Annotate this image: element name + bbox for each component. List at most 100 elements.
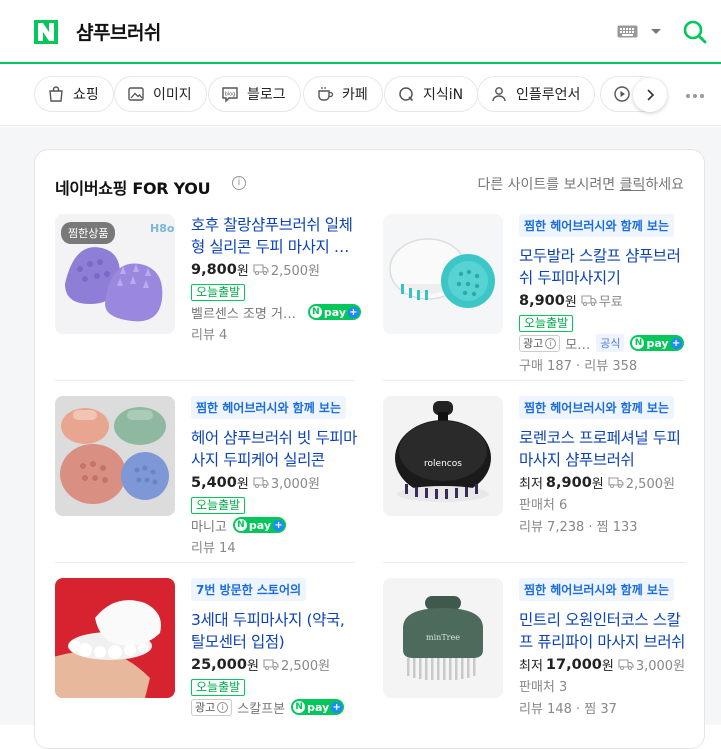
seller-name[interactable]: 마니고 [191, 516, 227, 535]
thumb-brand-text: minTree [426, 633, 460, 642]
divider [55, 562, 355, 563]
shipping-fee: 2,500원 [253, 260, 320, 279]
image-icon [128, 87, 144, 101]
product-tagline: 찜한 헤어브러시와 함께 보는 [519, 396, 675, 419]
truck-icon [618, 659, 634, 670]
price-row: 최저 8,900 원 2,500원 [519, 473, 675, 493]
shipping-fee: 2,500원 [263, 655, 330, 674]
search-tabs: 쇼핑 이미지 blog 블로그 카페 지식iN 인플루언서 [0, 66, 721, 126]
today-ship-badge: 오늘출발 [191, 284, 246, 301]
play-icon [614, 86, 630, 102]
tab-cafe[interactable]: 카페 [303, 76, 383, 112]
product-image[interactable] [55, 396, 175, 516]
npay-badge: Npay + [307, 304, 361, 320]
product-image[interactable] [383, 214, 503, 334]
today-ship-badge: 오늘출발 [191, 679, 246, 696]
seller-row: 광고 i 스칼프본 Npay + [191, 697, 361, 717]
search-query-input[interactable]: 샴푸브러쉬 [76, 18, 161, 45]
shipping-fee: 2,500원 [608, 473, 675, 492]
search-header: 샴푸브러쉬 [0, 0, 721, 64]
review-zzim-count: 리뷰 7,238 · 찜 133 [519, 520, 638, 535]
product-price: 5,400 [191, 474, 237, 491]
divider [55, 380, 355, 381]
price-row: 25,000 원 2,500원 [191, 655, 331, 675]
kin-icon [399, 87, 414, 102]
npay-badge: Npay + [232, 517, 287, 533]
product-title[interactable]: 3세대 두피마사지 (약국, 탈모센터 입점) [191, 609, 361, 653]
divider [383, 562, 686, 563]
product-card[interactable]: 찜한 헤어브러시와 함께 보는 모두발라 스칼프 샴푸브러쉬 두피마사지기 8,… [383, 214, 688, 379]
shopping-for-you-card: 네이버쇼핑 FOR YOU i 다른 사이트를 보시려면 클릭하세요 H8o 찜… [34, 149, 705, 749]
product-image[interactable]: rolencos [383, 396, 503, 516]
tab-images[interactable]: 이미지 [114, 76, 207, 112]
tab-label: 쇼핑 [73, 87, 99, 103]
seller-count[interactable]: 판매처 6 [519, 494, 689, 514]
naver-logo-icon[interactable] [34, 20, 58, 44]
ad-badge[interactable]: 광고 i [191, 698, 233, 716]
blog-icon: blog [222, 87, 238, 103]
tab-shopping[interactable]: 쇼핑 [34, 76, 114, 112]
product-price: 8,900 [545, 474, 592, 491]
tab-blog[interactable]: blog 블로그 [208, 76, 301, 112]
product-image[interactable]: H8o 찜한상품 [55, 214, 175, 334]
seller-count[interactable]: 판매처 3 [519, 676, 689, 696]
click-link[interactable]: 클릭 [620, 177, 646, 193]
tab-label: 이미지 [153, 87, 192, 103]
seller-name[interactable]: 모… [565, 334, 590, 353]
review-count: 리뷰 4 [191, 328, 228, 343]
seller-name[interactable]: 스칼프본 [237, 698, 285, 717]
tab-label: 인플루언서 [516, 87, 581, 103]
product-price: 9,800 [191, 261, 237, 278]
keyboard-icon[interactable] [617, 25, 638, 38]
product-tagline: 찜한 헤어브러시와 함께 보는 [519, 578, 675, 601]
product-price: 25,000 [191, 656, 247, 673]
product-card[interactable]: 찜한 헤어브러시와 함께 보는 헤어 샴푸브러쉬 빗 두피마사지 두피케어 실리… [55, 396, 360, 561]
price-row: 8,900 원 무료 [519, 292, 623, 311]
npay-badge: Npay + [291, 699, 345, 715]
chevron-down-icon[interactable] [651, 29, 661, 34]
info-icon[interactable]: i [232, 176, 246, 190]
tabs-next-button[interactable] [633, 78, 667, 112]
ad-badge[interactable]: 광고 i [519, 334, 561, 352]
seller-name[interactable]: 벨르센스 조명 거실등 [191, 303, 302, 322]
review-count: 리뷰 14 [191, 541, 236, 556]
seller-row: 벨르센스 조명 거실등 Npay + [191, 302, 361, 322]
today-ship-badge: 오늘출발 [519, 315, 574, 332]
today-ship-badge: 오늘출발 [191, 497, 246, 514]
shipping-fee: 3,000원 [618, 655, 685, 674]
product-title[interactable]: 헤어 샴푸브러쉬 빗 두피마사지 두피케어 실리콘 [191, 427, 361, 471]
product-card[interactable]: minTree 찜한 헤어브러시와 함께 보는 민트리 오원인터코스 스칼프 퓨… [383, 578, 688, 743]
product-price: 8,900 [519, 292, 565, 309]
truck-icon [263, 659, 279, 670]
purchase-review-count: 구매 187 · 리뷰 358 [519, 359, 638, 374]
truck-icon [253, 477, 269, 488]
product-card[interactable]: H8o 찜한상품 호후 찰랑샴푸브러쉬 일체형 실리콘 두피 마사지 샴푸브러쉬… [55, 214, 361, 379]
npay-badge: Npay + [630, 335, 684, 351]
product-title[interactable]: 민트리 오원인터코스 스칼프 퓨리파이 마사지 브러쉬 [519, 609, 689, 653]
price-row: 5,400 원 3,000원 [191, 474, 321, 493]
product-price: 17,000 [545, 656, 602, 673]
official-badge: 공식 [596, 334, 625, 352]
product-card[interactable]: rolencos 찜한 헤어브러시와 함께 보는 로렌코스 프로페셔널 두피 마… [383, 396, 688, 561]
person-icon [492, 87, 506, 102]
card-title: 네이버쇼핑 FOR YOU [55, 179, 211, 198]
tab-label: 카페 [342, 87, 368, 103]
seller-row: 마니고 Npay + [191, 515, 361, 535]
product-tagline: 찜한 헤어브러시와 함께 보는 [519, 214, 675, 237]
tab-influencer[interactable]: 인플루언서 [477, 76, 596, 112]
thumb-logo-text: H8o [150, 222, 175, 235]
product-title[interactable]: 로렌코스 프로페셔널 두피 마사지 샴푸브러쉬 [519, 427, 689, 471]
tab-kin[interactable]: 지식iN [384, 76, 479, 112]
product-image[interactable]: minTree [383, 578, 503, 698]
product-card[interactable]: 7번 방문한 스토어의 3세대 두피마사지 (약국, 탈모센터 입점) 25,0… [55, 578, 360, 743]
tab-label: 지식iN [423, 87, 464, 103]
search-icon[interactable] [682, 19, 708, 45]
price-row: 9,800 원 2,500원 [191, 260, 321, 280]
product-title[interactable]: 모두발라 스칼프 샴푸브러쉬 두피마사지기 [519, 245, 689, 289]
product-title[interactable]: 호후 찰랑샴푸브러쉬 일체형 실리콘 두피 마사지 샴푸브러쉬 [191, 214, 361, 258]
thumb-badge: 찜한상품 [61, 222, 116, 244]
seller-row: 광고 i 모… 공식 Npay + [519, 333, 689, 353]
product-image[interactable] [55, 578, 175, 698]
more-icon[interactable] [686, 94, 704, 98]
divider [383, 380, 686, 381]
